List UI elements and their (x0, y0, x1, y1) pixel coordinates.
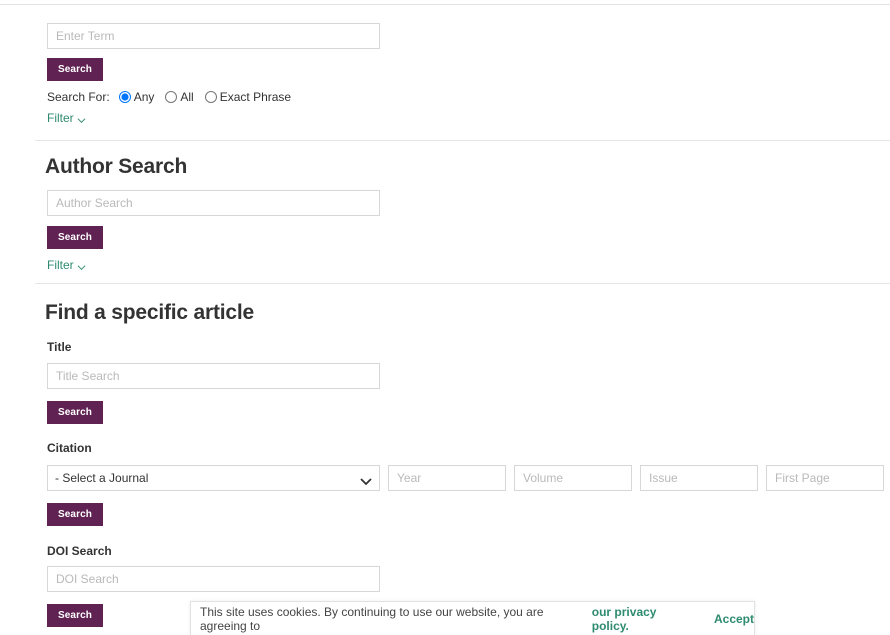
privacy-policy-link[interactable]: our privacy policy. (592, 605, 692, 633)
journal-select-wrapper[interactable]: - Select a Journal (47, 465, 380, 491)
filter-label: Filter (47, 258, 74, 272)
year-input[interactable] (388, 465, 506, 491)
citation-label: Citation (47, 441, 92, 455)
cookie-message: This site uses cookies. By continuing to… (200, 604, 544, 633)
title-search-button[interactable]: Search (47, 401, 103, 424)
filter-label: Filter (47, 111, 74, 125)
doi-search-input[interactable] (47, 566, 380, 592)
doi-search-button[interactable]: Search (47, 604, 103, 627)
author-search-input[interactable] (47, 190, 380, 216)
citation-fields-row: - Select a Journal (47, 465, 884, 491)
first-page-input[interactable] (766, 465, 884, 491)
specific-article-heading: Find a specific article (45, 301, 254, 324)
radio-option-exact-phrase[interactable]: Exact Phrase (204, 90, 292, 104)
search-button[interactable]: Search (47, 58, 103, 81)
citation-search-button[interactable]: Search (47, 503, 103, 526)
chevron-down-icon (77, 261, 86, 270)
volume-input[interactable] (514, 465, 632, 491)
cookie-consent-banner: This site uses cookies. By continuing to… (190, 601, 755, 635)
author-search-section: Author Search Search Filter (0, 141, 890, 284)
radio-option-all[interactable]: All (165, 90, 194, 104)
basic-search-section: Search Search For: Any All Exact Phrase … (0, 0, 890, 141)
journal-select[interactable]: - Select a Journal (47, 465, 380, 491)
chevron-down-icon (77, 114, 86, 123)
radio-any-label: Any (133, 90, 155, 104)
radio-any-input[interactable] (118, 91, 131, 103)
title-search-input[interactable] (47, 363, 380, 389)
search-page: Search Search For: Any All Exact Phrase … (0, 0, 890, 635)
author-search-heading: Author Search (45, 155, 188, 178)
radio-exact-phrase-input[interactable] (204, 91, 217, 103)
search-for-group: Search For: Any All Exact Phrase (47, 90, 302, 104)
doi-search-label: DOI Search (47, 544, 112, 558)
search-input[interactable] (47, 23, 380, 49)
filter-toggle-basic[interactable]: Filter (47, 111, 86, 125)
search-for-label: Search For: (47, 90, 110, 104)
issue-input[interactable] (640, 465, 758, 491)
radio-all-label: All (180, 90, 194, 104)
radio-exact-phrase-label: Exact Phrase (219, 90, 292, 104)
radio-all-input[interactable] (165, 91, 178, 103)
cookie-accept-button[interactable]: Accept (714, 612, 754, 626)
filter-toggle-author[interactable]: Filter (47, 258, 86, 272)
title-label: Title (47, 340, 72, 354)
author-search-button[interactable]: Search (47, 226, 103, 249)
radio-option-any[interactable]: Any (118, 90, 155, 104)
